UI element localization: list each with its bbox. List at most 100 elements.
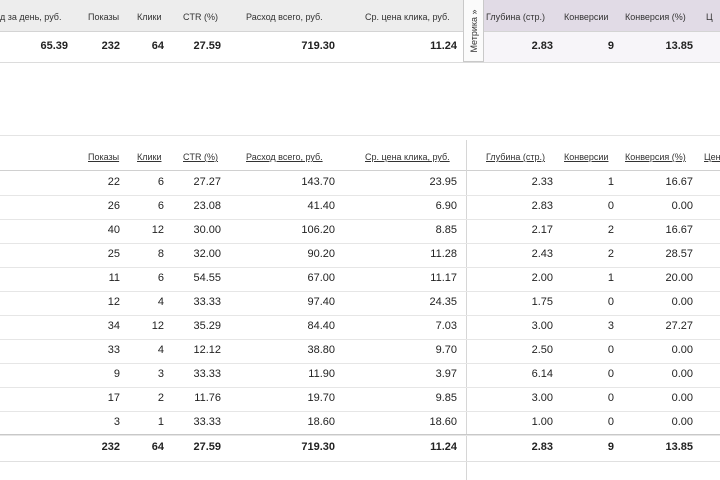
cell-clicks: 3 bbox=[157, 368, 164, 380]
cell-total-cost: 106.20 bbox=[301, 224, 335, 236]
cell-conversions: 0 bbox=[607, 368, 614, 380]
cell-conversions: 0 bbox=[607, 392, 614, 404]
cell-conversion-rate: 16.67 bbox=[665, 176, 693, 188]
summary-value-depth: 2.83 bbox=[531, 40, 553, 52]
metrika-tab-label: Метрика » bbox=[468, 8, 479, 53]
cell-total-cost: 18.60 bbox=[307, 416, 335, 428]
summary-header-conversions: Конверсии bbox=[564, 12, 609, 22]
total-conversions: 9 bbox=[607, 441, 614, 453]
summary-header-impressions: Показы bbox=[88, 12, 120, 22]
total-depth: 2.83 bbox=[531, 441, 553, 453]
cell-total-cost: 19.70 bbox=[307, 392, 335, 404]
cell-impressions: 34 bbox=[107, 320, 120, 332]
total-ctr: 27.59 bbox=[193, 441, 221, 453]
summary-header-avg-daily: д за день, руб. bbox=[0, 12, 62, 22]
cell-clicks: 12 bbox=[151, 224, 164, 236]
cell-conversion-rate: 0.00 bbox=[671, 344, 693, 356]
cell-avg-cpc: 11.17 bbox=[430, 272, 457, 284]
summary-header-conversion-rate: Конверсия (%) bbox=[625, 12, 686, 22]
cell-impressions: 3 bbox=[113, 416, 120, 428]
detail-header-clicks[interactable]: Клики bbox=[137, 152, 162, 162]
cell-depth: 2.50 bbox=[531, 344, 553, 356]
summary-header-total-cost: Расход всего, руб. bbox=[246, 12, 323, 22]
cell-conversions: 0 bbox=[607, 416, 614, 428]
cell-impressions: 40 bbox=[107, 224, 120, 236]
cell-total-cost: 11.90 bbox=[308, 368, 335, 380]
cell-ctr: 54.55 bbox=[193, 272, 221, 284]
cell-ctr: 11.76 bbox=[194, 392, 221, 404]
total-conversion-rate: 13.85 bbox=[665, 441, 693, 453]
cell-ctr: 33.33 bbox=[193, 368, 221, 380]
cell-avg-cpc: 7.03 bbox=[435, 320, 457, 332]
cell-conversions: 0 bbox=[607, 344, 614, 356]
summary-header-price: Ц bbox=[706, 12, 713, 22]
cell-ctr: 32.00 bbox=[193, 248, 221, 260]
cell-ctr: 12.12 bbox=[193, 344, 221, 356]
cell-conversions: 3 bbox=[607, 320, 614, 332]
cell-impressions: 33 bbox=[107, 344, 120, 356]
cell-total-cost: 38.80 bbox=[307, 344, 335, 356]
total-impressions: 232 bbox=[101, 441, 120, 453]
summary-value-total-cost: 719.30 bbox=[301, 40, 335, 52]
cell-conversion-rate: 20.00 bbox=[665, 272, 693, 284]
detail-header-conversion-rate[interactable]: Конверсия (%) bbox=[625, 152, 686, 162]
cell-ctr: 27.27 bbox=[193, 176, 221, 188]
cell-clicks: 8 bbox=[157, 248, 164, 260]
cell-conversions: 2 bbox=[607, 224, 614, 236]
cell-clicks: 6 bbox=[157, 200, 164, 212]
cell-avg-cpc: 8.85 bbox=[435, 224, 457, 236]
summary-value-clicks: 64 bbox=[151, 40, 164, 52]
cell-conversion-rate: 0.00 bbox=[671, 200, 693, 212]
cell-avg-cpc: 18.60 bbox=[429, 416, 457, 428]
cell-conversions: 2 bbox=[607, 248, 614, 260]
cell-clicks: 1 bbox=[157, 416, 164, 428]
cell-ctr: 35.29 bbox=[193, 320, 221, 332]
cell-total-cost: 90.20 bbox=[307, 248, 335, 260]
detail-header-impressions[interactable]: Показы bbox=[88, 152, 119, 162]
detail-header-conversions[interactable]: Конверсии bbox=[564, 152, 608, 162]
summary-value-avg-cpc: 11.24 bbox=[430, 40, 457, 52]
total-avg-cpc: 11.24 bbox=[430, 441, 457, 453]
cell-clicks: 4 bbox=[157, 296, 164, 308]
metrika-toggle-tab[interactable]: Метрика » bbox=[463, 0, 484, 62]
cell-conversion-rate: 16.67 bbox=[665, 224, 693, 236]
cell-avg-cpc: 6.90 bbox=[435, 200, 457, 212]
cell-depth: 3.00 bbox=[531, 392, 553, 404]
detail-header-total-cost[interactable]: Расход всего, руб. bbox=[246, 152, 323, 162]
summary-value-ctr: 27.59 bbox=[193, 40, 221, 52]
summary-value-avg-daily: 65.39 bbox=[40, 40, 68, 52]
cell-ctr: 33.33 bbox=[193, 296, 221, 308]
detail-top-border bbox=[0, 135, 720, 136]
detail-header-depth[interactable]: Глубина (стр.) bbox=[486, 152, 545, 162]
cell-conversions: 0 bbox=[607, 200, 614, 212]
cell-clicks: 2 bbox=[157, 392, 164, 404]
cell-depth: 2.43 bbox=[531, 248, 553, 260]
summary-header-depth: Глубина (стр.) bbox=[486, 12, 546, 22]
cell-conversion-rate: 27.27 bbox=[665, 320, 693, 332]
cell-depth: 2.83 bbox=[531, 200, 553, 212]
cell-ctr: 23.08 bbox=[193, 200, 221, 212]
cell-conversions: 1 bbox=[607, 272, 614, 284]
detail-header-avg-cpc[interactable]: Ср. цена клика, руб. bbox=[365, 152, 450, 162]
cell-conversions: 0 bbox=[607, 296, 614, 308]
cell-depth: 2.33 bbox=[531, 176, 553, 188]
cell-clicks: 12 bbox=[151, 320, 164, 332]
summary-value-conversions: 9 bbox=[607, 40, 614, 52]
cell-clicks: 6 bbox=[157, 176, 164, 188]
cell-total-cost: 143.70 bbox=[301, 176, 335, 188]
cell-conversion-rate: 0.00 bbox=[671, 392, 693, 404]
cell-depth: 2.17 bbox=[531, 224, 553, 236]
cell-conversion-rate: 0.00 bbox=[671, 368, 693, 380]
cell-depth: 6.14 bbox=[531, 368, 553, 380]
summary-value-impressions: 232 bbox=[101, 40, 120, 52]
summary-header-clicks: Клики bbox=[137, 12, 162, 22]
detail-header-price[interactable]: Цен bbox=[704, 152, 720, 162]
cell-impressions: 11 bbox=[108, 272, 120, 284]
cell-depth: 1.00 bbox=[531, 416, 553, 428]
cell-depth: 3.00 bbox=[531, 320, 553, 332]
detail-header-ctr[interactable]: CTR (%) bbox=[183, 152, 218, 162]
summary-header-ctr: CTR (%) bbox=[183, 12, 218, 22]
cell-impressions: 9 bbox=[113, 368, 120, 380]
cell-impressions: 12 bbox=[107, 296, 120, 308]
cell-ctr: 30.00 bbox=[193, 224, 221, 236]
